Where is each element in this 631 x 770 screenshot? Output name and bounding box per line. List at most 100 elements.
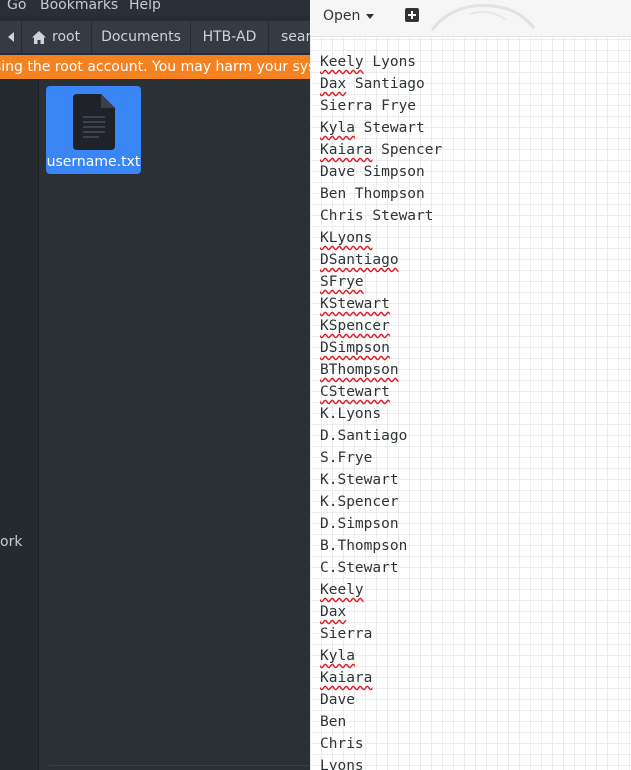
- text-line: Dax: [320, 601, 442, 623]
- text-run: C.Stewart: [320, 560, 399, 576]
- text-line: K.Spencer: [320, 491, 442, 513]
- text-line: Kaiara Spencer: [320, 139, 442, 161]
- text-line: D.Santiago: [320, 425, 442, 447]
- text-line: Chris Stewart: [320, 205, 442, 227]
- text-line: S.Frye: [320, 447, 442, 469]
- text-run: S.Frye: [320, 450, 373, 466]
- menu-go[interactable]: Go: [7, 0, 26, 13]
- text-line: Keely: [320, 579, 442, 601]
- text-run: Lyons: [363, 54, 417, 70]
- editor-header-bar: Open: [310, 0, 631, 37]
- text-editor-window: Open Keely Lyons Dax Santiago Sierra Frye K…: [310, 0, 631, 770]
- misspelled-word: Dax: [320, 76, 347, 92]
- menu-help[interactable]: Help: [129, 0, 161, 13]
- text-line: CStewart: [320, 381, 442, 403]
- home-icon: [32, 30, 46, 44]
- text-run: Chris: [320, 736, 364, 752]
- misspelled-word: SFrye: [320, 274, 364, 290]
- places-sidebar: ork: [0, 79, 39, 770]
- path-back-button[interactable]: [0, 21, 22, 53]
- path-bar: root Documents HTB-AD sear: [0, 21, 310, 53]
- chevron-left-icon: [7, 32, 14, 42]
- text-run: Spencer: [372, 142, 443, 158]
- text-line: SFrye: [320, 271, 442, 293]
- sidebar-item-network[interactable]: ork: [0, 534, 22, 550]
- misspelled-word: Kyla: [320, 648, 355, 664]
- open-button-label: Open: [323, 8, 361, 24]
- text-line: Dave: [320, 689, 442, 711]
- open-button[interactable]: Open: [323, 5, 375, 27]
- text-line: Kaiara: [320, 667, 442, 689]
- text-run: Chris Stewart: [320, 208, 434, 224]
- misspelled-word: KSpencer: [320, 318, 390, 334]
- text-line: BThompson: [320, 359, 442, 381]
- misspelled-word: Kaiara: [320, 142, 373, 158]
- file-item-username[interactable]: username.txt: [46, 86, 141, 174]
- breadcrumb-documents[interactable]: Documents: [92, 21, 191, 53]
- file-view: username.txt: [39, 79, 310, 770]
- menu-bar: Go Bookmarks Help: [0, 0, 310, 16]
- text-run: Ben Thompson: [320, 186, 425, 202]
- text-line: DSantiago: [320, 249, 442, 271]
- text-line: KSpencer: [320, 315, 442, 337]
- menu-bookmarks[interactable]: Bookmarks: [40, 0, 118, 13]
- misspelled-word: DSimpson: [320, 340, 390, 356]
- text-run: Stewart: [354, 120, 425, 136]
- misspelled-word: KLyons: [320, 230, 373, 246]
- text-run: Sierra Frye: [320, 98, 417, 114]
- misspelled-word: CStewart: [320, 384, 390, 400]
- text-line: KLyons: [320, 227, 442, 249]
- kali-dragon-logo: [430, 4, 536, 31]
- breadcrumb-root[interactable]: root: [22, 21, 92, 53]
- root-warning-banner: sing the root account. You may harm your…: [0, 55, 310, 79]
- divider: [49, 765, 310, 766]
- breadcrumb-root-label: root: [52, 29, 81, 45]
- text-line: KStewart: [320, 293, 442, 315]
- text-run: K.Lyons: [320, 406, 382, 422]
- text-line: Ben: [320, 711, 442, 733]
- text-lines: Keely Lyons Dax Santiago Sierra Frye Kyla S…: [320, 51, 442, 770]
- chevron-down-icon: [366, 13, 375, 19]
- text-run: B.Thompson: [320, 538, 408, 554]
- file-name-label: username.txt: [46, 154, 141, 170]
- text-run: K.Spencer: [320, 494, 399, 510]
- text-line: K.Stewart: [320, 469, 442, 491]
- text-run: D.Santiago: [320, 428, 408, 444]
- misspelled-word: Keely: [320, 54, 364, 70]
- text-line: Dave Simpson: [320, 161, 442, 183]
- text-line: Kyla: [320, 645, 442, 667]
- text-run: Dave: [320, 692, 355, 708]
- text-line: K.Lyons: [320, 403, 442, 425]
- text-run: Ben: [320, 714, 347, 730]
- misspelled-word: KStewart: [320, 296, 390, 312]
- text-run: Sierra: [320, 626, 373, 642]
- text-line: Sierra Frye: [320, 95, 442, 117]
- text-line: Chris: [320, 733, 442, 755]
- text-run: K.Stewart: [320, 472, 399, 488]
- text-line: D.Simpson: [320, 513, 442, 535]
- misspelled-word: Kaiara: [320, 670, 373, 686]
- misspelled-word: DSantiago: [320, 252, 399, 268]
- text-line: B.Thompson: [320, 535, 442, 557]
- text-run: Santiago: [346, 76, 425, 92]
- text-run: D.Simpson: [320, 516, 399, 532]
- text-line: C.Stewart: [320, 557, 442, 579]
- text-area[interactable]: Keely Lyons Dax Santiago Sierra Frye Kyla S…: [310, 37, 631, 770]
- text-line: Kyla Stewart: [320, 117, 442, 139]
- breadcrumb-search[interactable]: sear: [269, 21, 310, 53]
- misspelled-word: BThompson: [320, 362, 399, 378]
- text-line: Dax Santiago: [320, 73, 442, 95]
- text-line: Keely Lyons: [320, 51, 442, 73]
- new-document-icon[interactable]: [404, 8, 420, 22]
- text-line: DSimpson: [320, 337, 442, 359]
- text-line: Lyons: [320, 755, 442, 770]
- misspelled-word: Kyla: [320, 120, 355, 136]
- root-warning-text: sing the root account. You may harm your…: [0, 59, 310, 75]
- misspelled-word: Dax: [320, 604, 347, 620]
- breadcrumb-htb-ad[interactable]: HTB-AD: [191, 21, 269, 53]
- file-manager-window: Go Bookmarks Help root Documents HTB-AD …: [0, 0, 310, 770]
- text-line: Sierra: [320, 623, 442, 645]
- text-run: Dave Simpson: [320, 164, 425, 180]
- text-file-icon: [73, 94, 115, 150]
- text-line: Ben Thompson: [320, 183, 442, 205]
